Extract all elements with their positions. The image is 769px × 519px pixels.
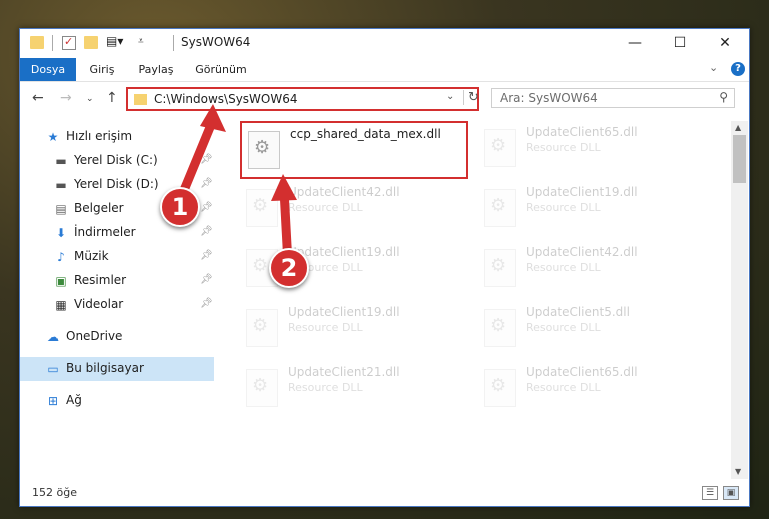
- callout-step-2: 2: [269, 248, 309, 288]
- annotation-overlay: [175, 104, 297, 269]
- callout-step-1: 1: [160, 187, 200, 227]
- arrow-1-head: [200, 104, 226, 132]
- arrow-2-head: [271, 174, 297, 201]
